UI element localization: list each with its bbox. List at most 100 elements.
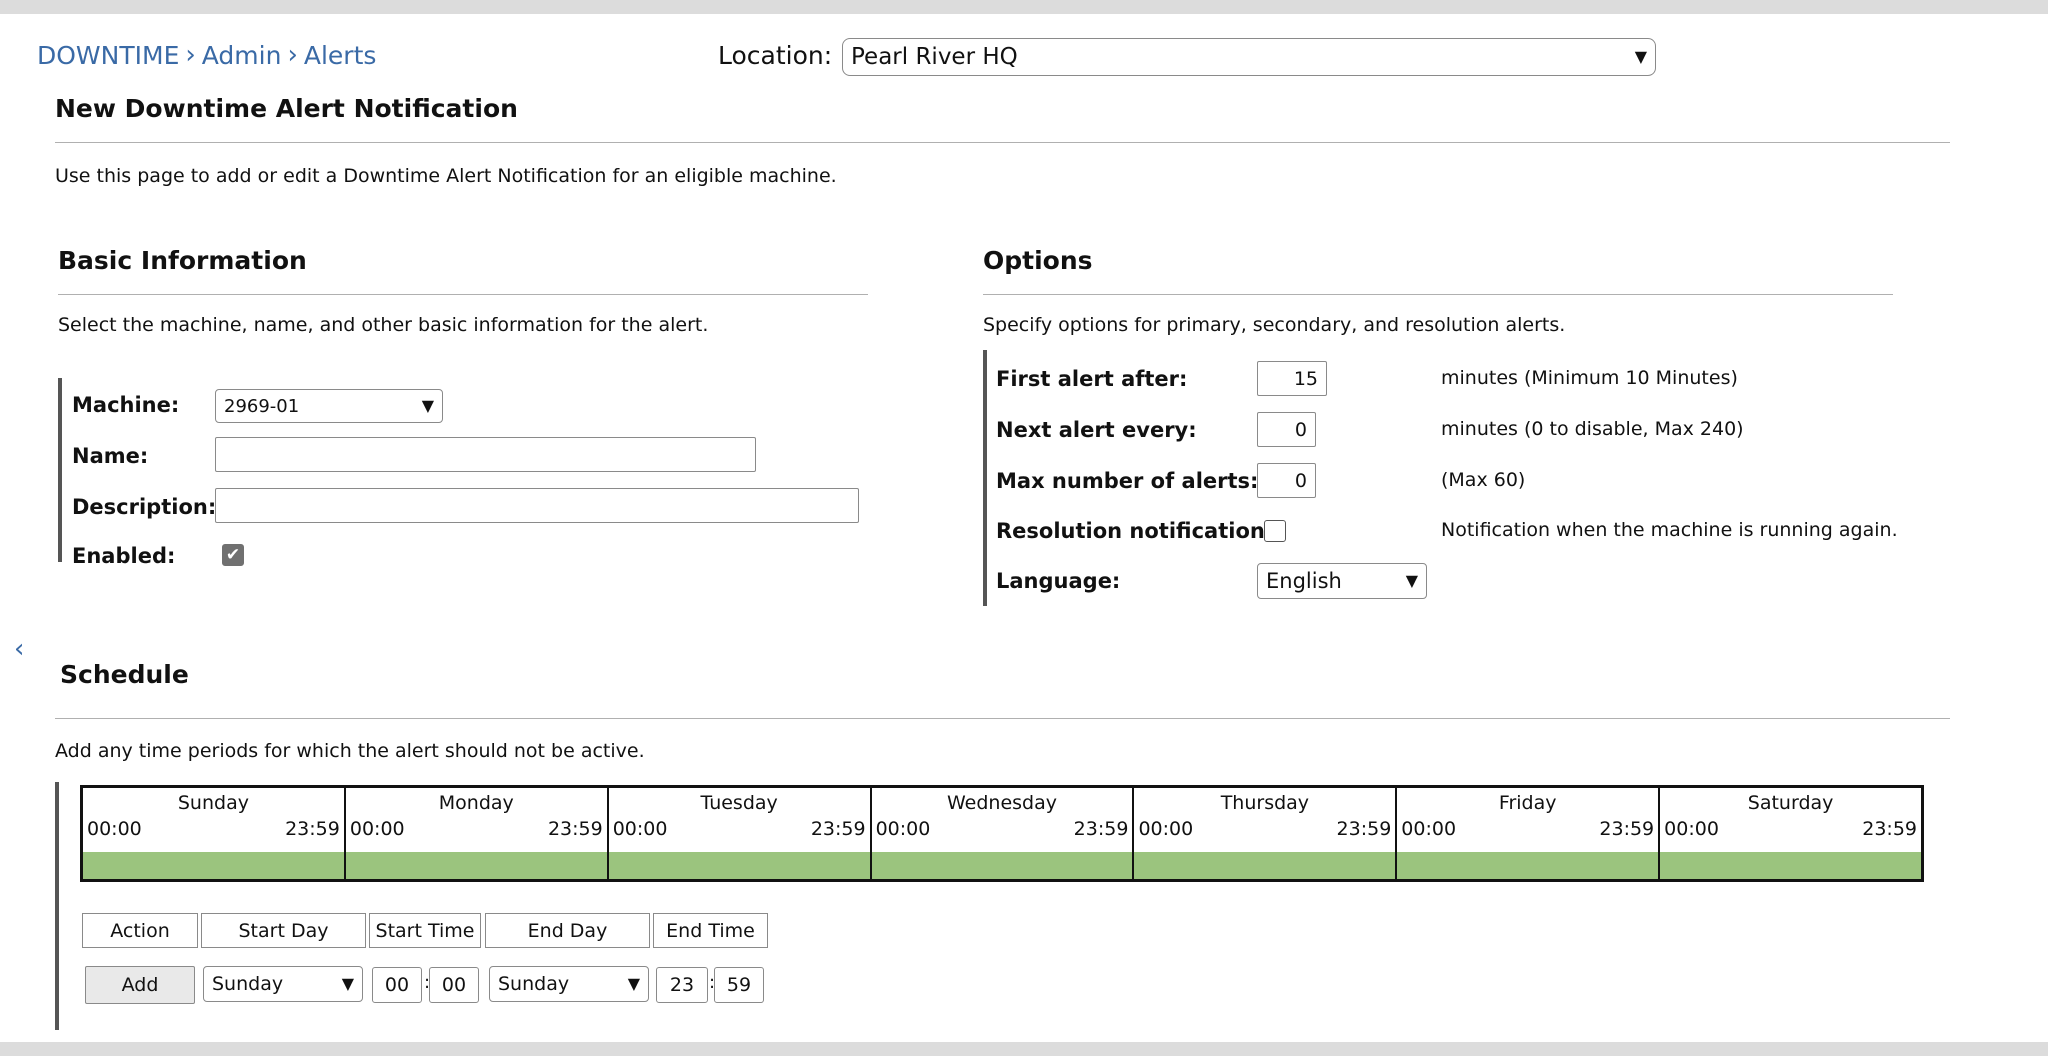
day-end: 23:59	[1336, 818, 1392, 840]
active-period	[1134, 852, 1396, 879]
day-start: 00:00	[1664, 818, 1719, 840]
schedule-day-saturday: Saturday 00:00 23:59	[1660, 788, 1922, 879]
basic-info-divider	[58, 294, 868, 295]
resolution-checkbox[interactable]	[1264, 520, 1286, 542]
start-day-value: Sunday	[212, 973, 284, 995]
day-end: 23:59	[810, 818, 866, 840]
breadcrumb: DOWNTIME › Admin › Alerts	[37, 40, 376, 70]
header-end-time: End Time	[653, 913, 768, 948]
schedule-day-wednesday: Wednesday 00:00 23:59	[871, 788, 1135, 879]
schedule-day-thursday: Thursday 00:00 23:59	[1134, 788, 1398, 879]
max-alerts-note: (Max 60)	[1441, 469, 1526, 491]
schedule-description: Add any time periods for which the alert…	[55, 740, 645, 762]
first-alert-label: First alert after:	[996, 367, 1188, 391]
chevron-down-icon: ▼	[421, 396, 434, 415]
day-name: Thursday	[1220, 792, 1310, 814]
options-bar	[983, 350, 987, 606]
location-value: Pearl River HQ	[851, 44, 1018, 70]
day-start: 00:00	[1138, 818, 1194, 840]
day-end: 23:59	[1862, 818, 1918, 840]
page: DOWNTIME › Admin › Alerts Location: Pear…	[0, 14, 2048, 1042]
day-name: Sunday	[177, 792, 249, 814]
day-start: 00:00	[349, 818, 405, 840]
start-hour-input[interactable]: 00	[372, 967, 422, 1003]
active-period	[608, 852, 870, 879]
schedule-bar	[55, 782, 59, 1030]
basic-info-description: Select the machine, name, and other basi…	[58, 314, 709, 336]
chevron-down-icon: ▼	[1405, 571, 1418, 590]
enabled-checkbox[interactable]: ✔	[222, 544, 244, 566]
chevron-right-icon: ›	[185, 40, 196, 70]
basic-info-title: Basic Information	[58, 246, 307, 275]
options-title: Options	[983, 246, 1093, 275]
chevron-right-icon: ›	[287, 40, 298, 70]
resolution-note: Notification when the machine is running…	[1441, 519, 1898, 541]
day-start: 00:00	[87, 818, 142, 840]
header-action: Action	[82, 913, 198, 948]
day-end: 23:59	[547, 818, 603, 840]
header-end-day: End Day	[485, 913, 650, 948]
day-name: Friday	[1498, 792, 1557, 814]
day-start: 00:00	[875, 818, 931, 840]
location-label: Location:	[718, 41, 833, 70]
machine-value: 2969-01	[224, 395, 300, 417]
schedule-day-monday: Monday 00:00 23:59	[345, 788, 609, 879]
header-start-time: Start Time	[369, 913, 481, 948]
day-name: Saturday	[1747, 792, 1834, 814]
page-description: Use this page to add or edit a Downtime …	[55, 165, 837, 187]
active-period	[1660, 852, 1922, 879]
schedule-day-tuesday: Tuesday 00:00 23:59	[608, 788, 872, 879]
chevron-left-icon[interactable]: ‹	[14, 634, 24, 664]
day-start: 00:00	[612, 818, 668, 840]
day-end: 23:59	[1599, 818, 1655, 840]
start-day-select[interactable]: Sunday ▼	[203, 966, 363, 1002]
next-alert-label: Next alert every:	[996, 418, 1197, 442]
chevron-down-icon: ▼	[341, 974, 354, 993]
schedule-divider	[55, 718, 1950, 719]
max-alerts-input[interactable]: 0	[1257, 463, 1316, 498]
add-button[interactable]: Add	[85, 966, 195, 1004]
schedule-day-friday: Friday 00:00 23:59	[1397, 788, 1661, 879]
day-end: 23:59	[1073, 818, 1129, 840]
resolution-label: Resolution notification:	[996, 519, 1274, 543]
machine-label: Machine:	[72, 393, 180, 417]
start-minute-input[interactable]: 00	[429, 967, 479, 1003]
options-description: Specify options for primary, secondary, …	[983, 314, 1566, 336]
breadcrumb-alerts[interactable]: Alerts	[304, 41, 377, 70]
name-label: Name:	[72, 444, 149, 468]
enabled-label: Enabled:	[72, 544, 176, 568]
end-hour-input[interactable]: 23	[656, 967, 708, 1003]
active-period	[871, 852, 1133, 879]
description-label: Description:	[72, 495, 217, 519]
weekly-schedule: Sunday 00:00 23:59 Monday 00:00 23:59 Tues…	[80, 785, 1924, 882]
chevron-down-icon: ▼	[627, 974, 640, 993]
chevron-down-icon: ▼	[1634, 47, 1647, 66]
day-start: 00:00	[1401, 818, 1457, 840]
header-start-day: Start Day	[201, 913, 366, 948]
breadcrumb-downtime[interactable]: DOWNTIME	[37, 41, 179, 70]
first-alert-note: minutes (Minimum 10 Minutes)	[1441, 367, 1738, 389]
day-name: Tuesday	[700, 792, 778, 814]
page-title-divider	[55, 142, 1950, 143]
language-label: Language:	[996, 569, 1121, 593]
schedule-day-sunday: Sunday 00:00 23:59	[83, 788, 346, 879]
first-alert-input[interactable]: 15	[1257, 361, 1327, 396]
end-day-value: Sunday	[498, 973, 570, 995]
location-select[interactable]: Pearl River HQ ▼	[842, 38, 1656, 76]
next-alert-input[interactable]: 0	[1257, 412, 1316, 447]
machine-select[interactable]: 2969-01 ▼	[215, 389, 443, 423]
end-minute-input[interactable]: 59	[714, 967, 764, 1003]
options-divider	[983, 294, 1893, 295]
basic-info-bar	[58, 378, 62, 562]
end-day-select[interactable]: Sunday ▼	[489, 966, 649, 1002]
description-input[interactable]	[215, 488, 859, 523]
active-period	[1397, 852, 1659, 879]
active-period	[345, 852, 607, 879]
page-title: New Downtime Alert Notification	[55, 94, 518, 123]
next-alert-note: minutes (0 to disable, Max 240)	[1441, 418, 1744, 440]
breadcrumb-admin[interactable]: Admin	[202, 41, 282, 70]
day-end: 23:59	[285, 818, 340, 840]
language-select[interactable]: English ▼	[1257, 563, 1427, 599]
max-alerts-label: Max number of alerts:	[996, 469, 1259, 493]
name-input[interactable]	[215, 437, 756, 472]
